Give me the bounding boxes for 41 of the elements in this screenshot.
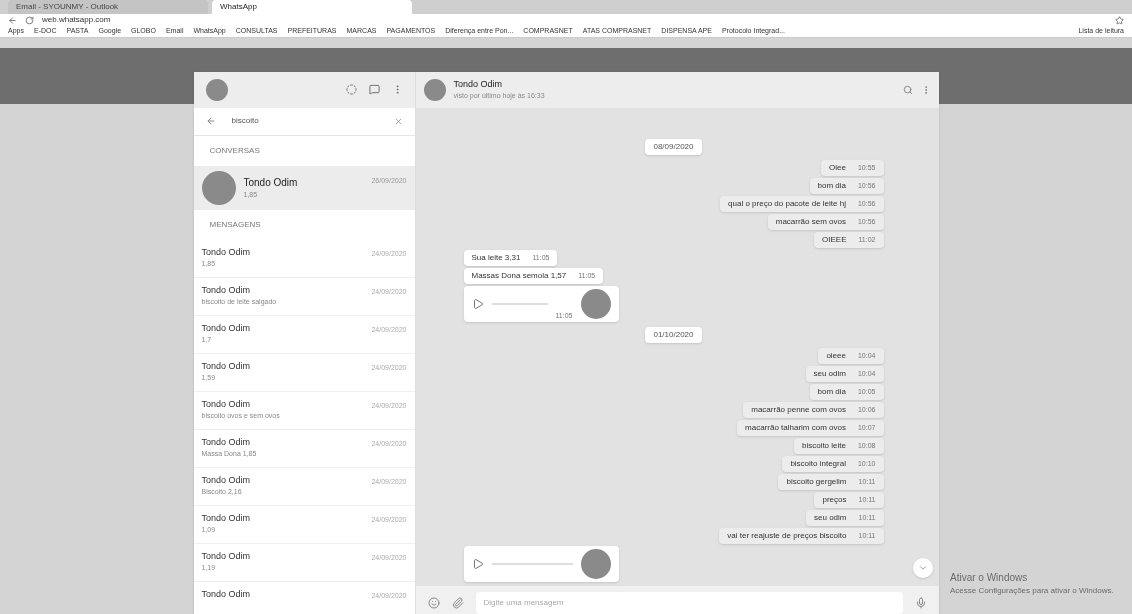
date-chip: 01/10/2020: [645, 326, 702, 343]
contact-name: Tondo Odim: [201, 435, 252, 449]
contact-name: Tondo Odim: [201, 359, 252, 373]
search-icon[interactable]: [902, 84, 913, 95]
star-icon[interactable]: [1115, 15, 1124, 25]
avatar: [423, 78, 446, 101]
contact-name: Tondo Odim: [201, 587, 252, 601]
contact-name: Tondo Odim: [201, 473, 252, 487]
close-icon[interactable]: [393, 116, 403, 126]
contact-name: Tondo Odim: [201, 245, 252, 259]
scroll-down-button[interactable]: [912, 557, 933, 578]
date-chip: 08/09/2020: [645, 138, 702, 155]
mic-icon[interactable]: [914, 596, 927, 609]
back-icon[interactable]: [8, 15, 17, 25]
contact-name: Tondo Odim: [201, 549, 252, 563]
avatar: [205, 78, 228, 101]
status-icon[interactable]: [345, 84, 357, 95]
avatar: [580, 288, 611, 319]
browser-tab[interactable]: WhatsApp: [212, 0, 412, 14]
contact-name: Tondo Odim: [201, 283, 252, 297]
play-icon[interactable]: [471, 297, 484, 310]
avatar: [580, 548, 611, 579]
play-icon[interactable]: [471, 557, 484, 570]
activation-text: Acesse Configurações para ativar o Windows.: [950, 585, 1114, 597]
browser-tab[interactable]: Email - SYOUNMY - Outlook: [8, 0, 208, 14]
emoji-icon[interactable]: [427, 596, 440, 609]
section-label: CONVERSAS: [209, 144, 260, 157]
chat-icon[interactable]: [368, 84, 380, 95]
search-field[interactable]: biscoito: [231, 115, 378, 127]
contact-name: Tondo Odim: [453, 77, 504, 91]
contact-name: Tondo Odim: [243, 175, 299, 190]
reload-icon[interactable]: [25, 15, 34, 25]
activation-title: Ativar o Windows: [950, 571, 1029, 585]
contact-name: Tondo Odim: [201, 511, 252, 525]
contact-name: Tondo Odim: [201, 397, 252, 411]
contact-name: Tondo Odim: [201, 321, 252, 335]
back-icon[interactable]: [205, 116, 216, 126]
message-input[interactable]: Digite uma mensagem: [475, 591, 903, 614]
avatar: [201, 170, 236, 205]
attach-icon[interactable]: [451, 596, 464, 609]
section-label: MENSAGENS: [209, 218, 261, 231]
